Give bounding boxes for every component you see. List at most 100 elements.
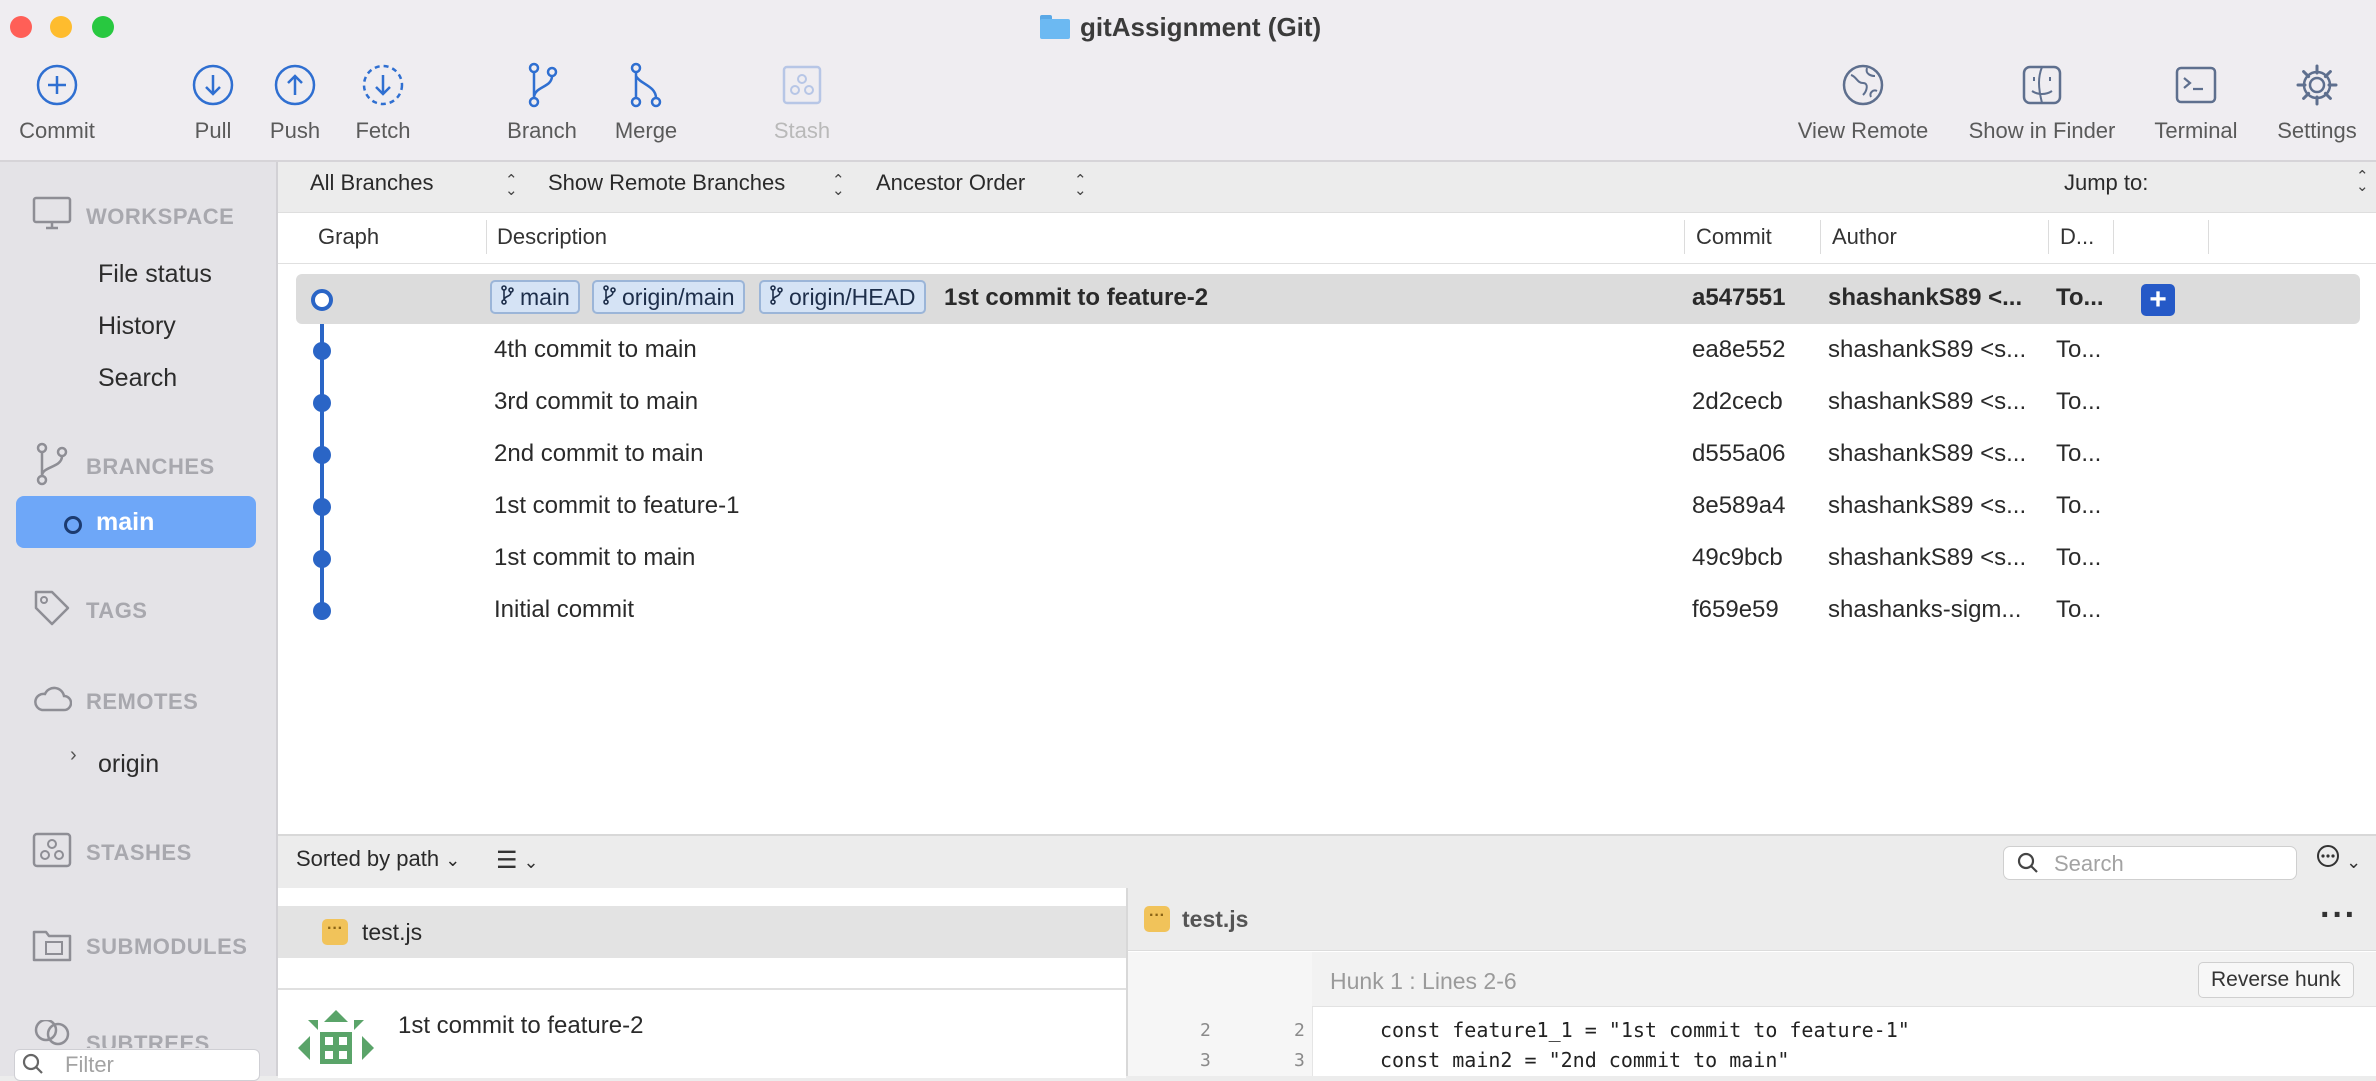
push-label: Push <box>269 118 321 143</box>
ellipsis-menu-icon[interactable]: ··· <box>2320 896 2357 935</box>
commit-hash: f659e59 <box>1692 596 1779 623</box>
commit-hash: a547551 <box>1692 284 1786 311</box>
commit-date: To... <box>2056 544 2102 571</box>
view-remote-button[interactable]: View Remote <box>1798 60 1928 144</box>
updown-chevron-icon: ⌃ ⌄ <box>2356 168 2369 195</box>
commit-description: 1st commit to main <box>494 544 696 571</box>
sidebar-item-remote-origin[interactable]: origin <box>98 750 159 779</box>
avatar <box>298 1010 374 1076</box>
remote-branches-dropdown-value: Show Remote Branches <box>548 170 786 195</box>
subtree-icon <box>32 1020 72 1048</box>
sidebar-section-stashes[interactable]: STASHES <box>32 832 192 873</box>
column-header-author[interactable]: Author <box>1832 224 1897 250</box>
remote-branches-dropdown[interactable]: Show Remote Branches <box>548 170 785 196</box>
chevron-down-icon: ⌄ <box>523 852 539 872</box>
sidebar-item-branch-main[interactable]: main <box>16 496 256 548</box>
settings-button[interactable]: Settings <box>2252 60 2376 144</box>
order-dropdown[interactable]: Ancestor Order <box>876 170 1025 196</box>
git-branch-icon <box>32 442 72 491</box>
column-divider[interactable] <box>2113 220 2114 254</box>
order-dropdown-value: Ancestor Order <box>876 170 1026 195</box>
view-remote-label: View Remote <box>1797 118 1929 143</box>
commit-description: 3rd commit to main <box>494 388 699 415</box>
options-menu-button[interactable]: ⌄ <box>2316 844 2361 874</box>
ref-badge-origin-main[interactable]: origin/main <box>592 280 745 314</box>
ref-badge-main[interactable]: main <box>490 280 580 314</box>
search-input[interactable]: Search <box>2003 846 2297 880</box>
column-header-graph[interactable]: Graph <box>318 224 379 250</box>
column-header-commit[interactable]: Commit <box>1696 224 1772 250</box>
graph-node <box>313 602 331 620</box>
sidebar-section-subtrees[interactable]: SUBTREES <box>32 1020 210 1048</box>
column-divider[interactable] <box>1684 220 1685 254</box>
column-divider[interactable] <box>2048 220 2049 254</box>
window-title-area: gitAssignment (Git) <box>1040 10 1321 44</box>
commit-description: 2nd commit to main <box>494 440 704 467</box>
show-in-finder-label: Show in Finder <box>1968 118 2116 143</box>
commit-author: shashankS89 <... <box>1828 284 2023 311</box>
submodules-heading: SUBMODULES <box>86 933 248 959</box>
column-header-date[interactable]: D... <box>2060 224 2094 250</box>
commit-message: 1st commit to feature-2 <box>398 1012 644 1039</box>
zoom-window-button[interactable] <box>92 16 114 38</box>
arrow-up-circle-icon <box>273 60 317 110</box>
column-divider[interactable] <box>2208 220 2209 254</box>
sidebar-section-submodules[interactable]: SUBMODULES <box>32 924 247 969</box>
plus-circle-icon <box>35 60 79 110</box>
jump-to-dropdown[interactable]: Jump to: <box>2064 170 2148 196</box>
sidebar-section-remotes[interactable]: REMOTES <box>32 684 198 719</box>
branch-icon <box>500 284 514 311</box>
close-window-button[interactable] <box>10 16 32 38</box>
cloud-icon <box>32 684 73 719</box>
stashes-heading: STASHES <box>86 839 192 865</box>
hunk-title: Hunk 1 : Lines 2-6 <box>1330 968 1517 994</box>
column-divider[interactable] <box>1820 220 1821 254</box>
gear-icon <box>2295 60 2339 110</box>
commit-author: shashankS89 <s... <box>1828 388 2027 415</box>
commit-author: shashankS89 <s... <box>1828 336 2027 363</box>
branches-dropdown[interactable]: All Branches <box>310 170 434 196</box>
diff-file-header <box>1128 888 2376 951</box>
merge-button[interactable]: Merge <box>581 60 711 144</box>
fetch-button[interactable]: Fetch <box>318 60 448 144</box>
commit-description: 4th commit to main <box>494 336 697 363</box>
remotes-heading: REMOTES <box>86 688 199 714</box>
chevron-down-icon: ⌄ <box>445 850 461 870</box>
column-divider[interactable] <box>486 220 487 254</box>
view-mode-dropdown[interactable]: ☰ ⌄ <box>496 846 539 875</box>
sidebar-section-workspace[interactable]: WORKSPACE <box>32 196 234 237</box>
commit-hash: 49c9bcb <box>1692 544 1783 571</box>
workspace-heading: WORKSPACE <box>86 203 235 229</box>
current-branch-icon <box>64 516 82 534</box>
commit-button[interactable]: Commit <box>0 60 122 144</box>
add-button[interactable]: + <box>2141 284 2175 316</box>
chevron-right-icon[interactable]: › <box>70 744 77 767</box>
sidebar-section-tags[interactable]: TAGS <box>32 588 147 633</box>
sidebar-section-branches[interactable]: BRANCHES <box>32 442 215 491</box>
modified-file-icon: ··· <box>322 919 348 945</box>
sidebar-item-history[interactable]: History <box>98 312 176 341</box>
ref-badge-origin-head[interactable]: origin/HEAD <box>759 280 926 314</box>
chevron-down-icon: ⌄ <box>2346 852 2362 872</box>
updown-chevron-icon: ⌃ ⌄ <box>1074 172 1087 199</box>
ref-label: origin/main <box>622 283 735 310</box>
new-line-number: 3 <box>1294 1050 1305 1071</box>
sort-dropdown[interactable]: Sorted by path ⌄ <box>296 846 460 872</box>
commit-date: To... <box>2056 440 2102 467</box>
commit-author: shashankS89 <s... <box>1828 492 2027 519</box>
tags-heading: TAGS <box>86 597 148 623</box>
commit-author: shashanks-sigm... <box>1828 596 2022 623</box>
column-header-description[interactable]: Description <box>497 224 607 250</box>
sidebar-item-file-status[interactable]: File status <box>98 260 212 289</box>
commit-hash: d555a06 <box>1692 440 1786 467</box>
reverse-hunk-button[interactable]: Reverse hunk <box>2198 962 2354 998</box>
sort-dropdown-value: Sorted by path <box>296 846 440 871</box>
sidebar-filter-field[interactable]: Filter <box>14 1049 260 1081</box>
diff-code-line: const feature1_1 = "1st commit to featur… <box>1380 1018 1910 1042</box>
commit-hash: 2d2cecb <box>1692 388 1783 415</box>
stash-button[interactable]: Stash <box>737 60 867 144</box>
terminal-button[interactable]: Terminal <box>2131 60 2261 144</box>
minimize-window-button[interactable] <box>50 16 72 38</box>
show-in-finder-button[interactable]: Show in Finder <box>1962 60 2122 144</box>
sidebar-item-search[interactable]: Search <box>98 364 177 393</box>
